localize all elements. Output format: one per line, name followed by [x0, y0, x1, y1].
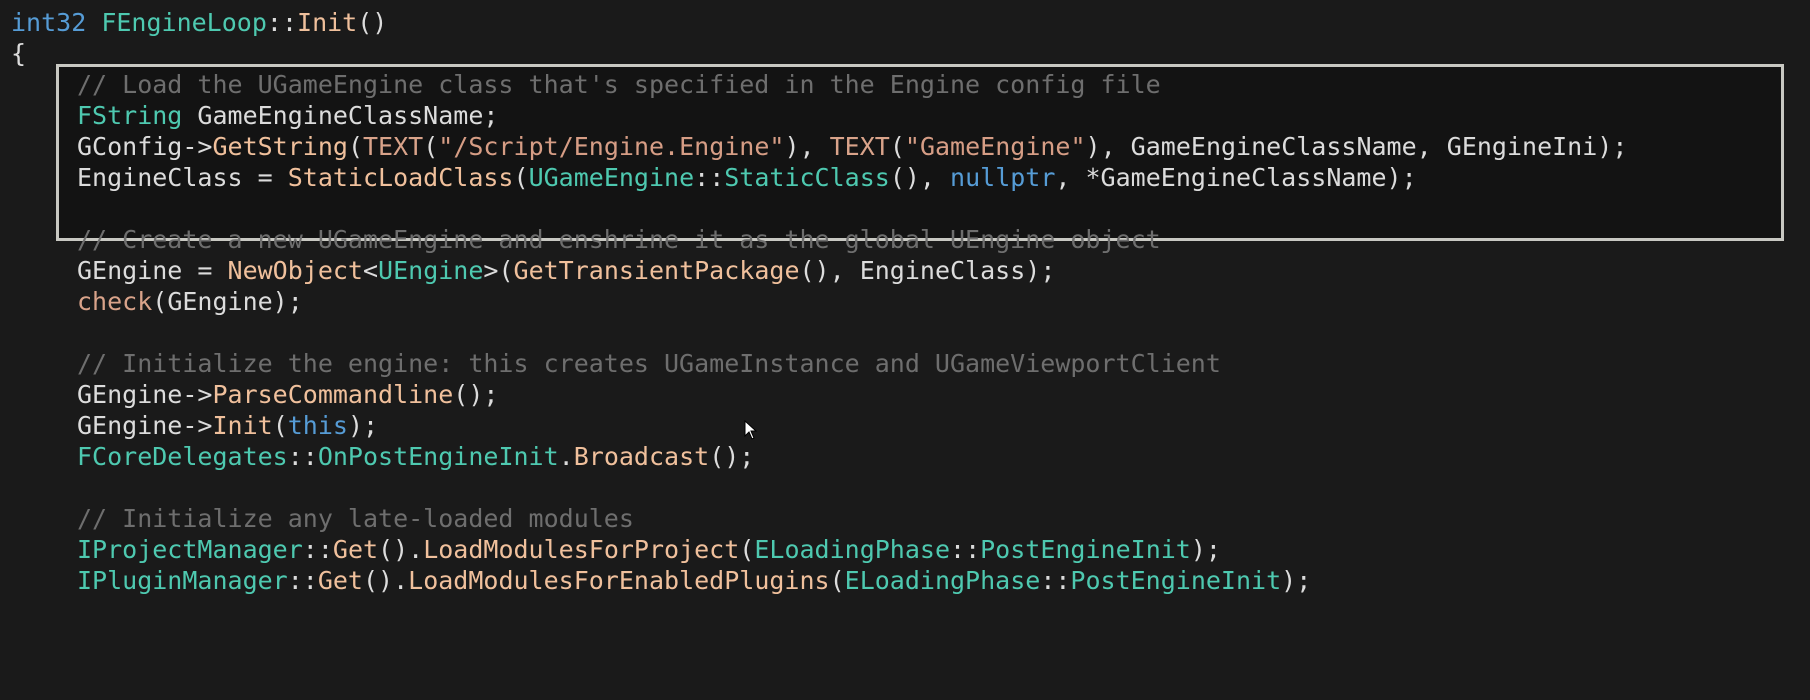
code-token-type: OnPostEngineInit — [317, 442, 559, 471]
code-token-punct: (), — [889, 163, 951, 192]
code-token-type: UEngine — [378, 256, 484, 285]
code-token-comment: // Load the UGameEngine class that's spe… — [77, 70, 1161, 99]
code-token-func: GetString — [212, 132, 348, 161]
code-token-func: ParseCommandline — [212, 380, 454, 409]
code-token-punct: ); — [1281, 566, 1312, 595]
code-token-punct: :: — [266, 8, 298, 37]
code-token-punct: ( — [889, 132, 905, 161]
code-line[interactable]: IPluginManager::Get().LoadModulesForEnab… — [77, 563, 1311, 599]
code-token-punct: ( — [347, 132, 363, 161]
code-token-kw: int32 — [11, 8, 87, 37]
code-line[interactable]: { — [11, 36, 26, 72]
code-token-ident: GConfig-> — [77, 132, 213, 161]
code-token-punct: ( — [272, 411, 288, 440]
code-token-punct: (). — [378, 535, 424, 564]
code-token-type: PostEngineInit — [980, 535, 1191, 564]
code-token-func: Init — [212, 411, 273, 440]
code-token-type: ELoadingPhase — [844, 566, 1041, 595]
code-token-punct: ( — [423, 132, 439, 161]
code-editor[interactable]: int32 FEngineLoop::Init(){// Load the UG… — [0, 0, 1810, 700]
code-token-punct: (); — [709, 442, 755, 471]
code-token-ident: GEngine = — [77, 256, 228, 285]
code-token-ident: GameEngineClassName; — [182, 101, 499, 130]
code-token-ident: GEngine-> — [77, 411, 213, 440]
code-token-str: "/Script/Engine.Engine" — [438, 132, 785, 161]
code-token-ident: , *GameEngineClassName); — [1055, 163, 1417, 192]
code-token-func: Init — [297, 8, 358, 37]
code-token-ident: GEngine-> — [77, 380, 213, 409]
code-token-punct: :: — [694, 163, 725, 192]
code-token-macro: TEXT — [829, 132, 890, 161]
code-token-macro: TEXT — [363, 132, 424, 161]
code-token-type: UGameEngine — [528, 163, 695, 192]
code-token-func: LoadModulesForProject — [423, 535, 740, 564]
code-token-punct: :: — [287, 442, 318, 471]
code-line[interactable]: int32 FEngineLoop::Init() — [11, 5, 387, 41]
code-token-punct: (); — [453, 380, 499, 409]
code-token-type: FString — [77, 101, 183, 130]
code-token-punct: () — [357, 8, 388, 37]
code-line[interactable]: check(GEngine); — [77, 284, 303, 320]
code-token-punct: :: — [950, 535, 981, 564]
code-token-punct: < — [362, 256, 379, 285]
code-token-macro: check — [77, 287, 153, 316]
code-token-kw: nullptr — [950, 163, 1056, 192]
code-token-punct: ); — [1190, 535, 1221, 564]
code-token-punct: { — [11, 39, 27, 68]
code-token-func: Get — [332, 535, 379, 564]
code-token-str: "GameEngine" — [904, 132, 1086, 161]
code-token-punct: ( — [829, 566, 845, 595]
code-token-ident: (), EngineClass); — [799, 256, 1056, 285]
code-token-type: FCoreDelegates — [77, 442, 288, 471]
code-token-comment: // Create a new UGameEngine and enshrine… — [77, 225, 1161, 254]
code-token-func: GetTransientPackage — [513, 256, 800, 285]
code-token-type: IPluginManager — [77, 566, 288, 595]
code-token-func: Get — [317, 566, 363, 595]
code-token-comment: // Initialize any late-loaded modules — [77, 504, 634, 533]
code-line[interactable]: FCoreDelegates::OnPostEngineInit.Broadca… — [77, 439, 754, 475]
code-token-punct: >( — [483, 256, 514, 285]
code-token-type: PostEngineInit — [1070, 566, 1282, 595]
code-token-punct: . — [558, 442, 574, 471]
code-token-func: Broadcast — [573, 442, 710, 471]
mouse-pointer-icon — [744, 420, 758, 440]
code-token-ident: ), GameEngineClassName, GEngineIni); — [1085, 132, 1628, 161]
code-token-punct: ); — [347, 411, 379, 440]
code-token-punct: ( — [513, 163, 529, 192]
code-token-punct: :: — [302, 535, 333, 564]
code-token-func: LoadModulesForEnabledPlugins — [408, 566, 830, 595]
code-line[interactable]: EngineClass = StaticLoadClass(UGameEngin… — [77, 160, 1417, 196]
code-token-punct: :: — [1040, 566, 1071, 595]
code-token-func: NewObject — [227, 256, 363, 285]
code-token-punct — [86, 8, 101, 37]
code-token-type: FEngineLoop — [101, 8, 267, 37]
code-token-type: IProjectManager — [77, 535, 303, 564]
code-token-punct: (). — [362, 566, 409, 595]
code-token-func: StaticLoadClass — [287, 163, 514, 192]
code-token-punct: ), — [784, 132, 830, 161]
code-token-ident: (GEngine); — [152, 287, 303, 316]
code-token-comment: // Initialize the engine: this creates U… — [77, 349, 1221, 378]
code-token-ident: EngineClass = — [77, 163, 288, 192]
code-token-type: ELoadingPhase — [754, 535, 951, 564]
code-token-punct: ( — [739, 535, 755, 564]
code-token-punct: :: — [287, 566, 318, 595]
code-token-kw: this — [287, 411, 348, 440]
code-token-type: StaticClass — [724, 163, 890, 192]
